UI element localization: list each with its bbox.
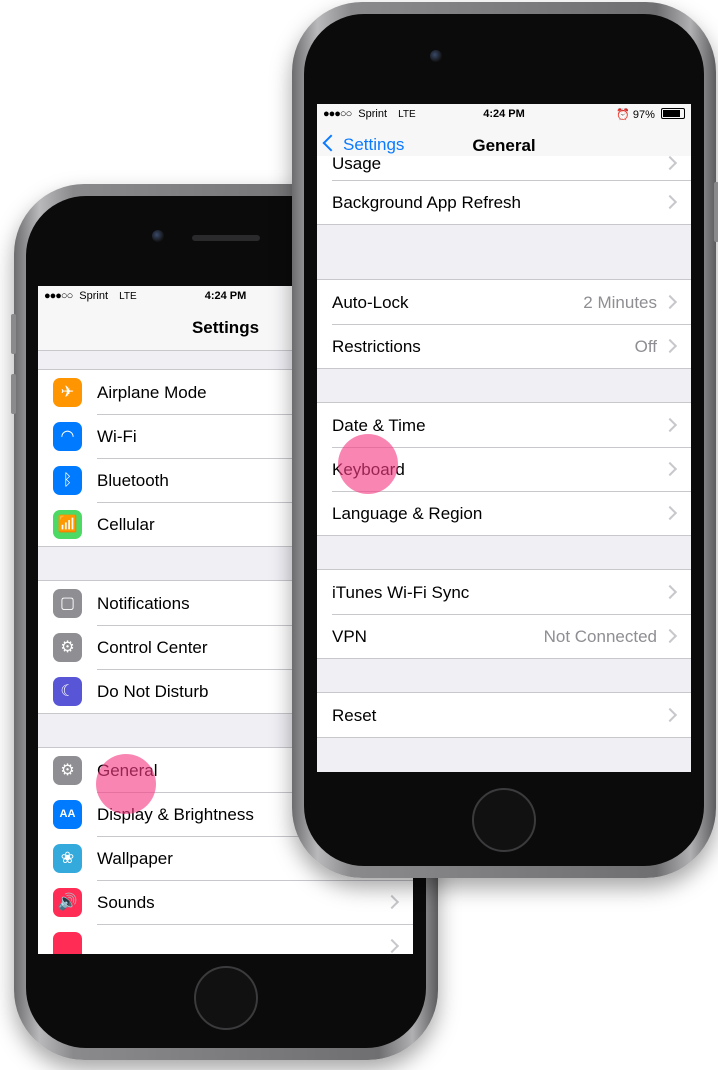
- moon-icon: ☾: [53, 677, 82, 706]
- chevron-right-icon: [384, 938, 400, 954]
- chevron-right-icon: [384, 894, 400, 910]
- row-label: Reset: [332, 706, 377, 725]
- row-label: Language & Region: [332, 504, 483, 523]
- gear-icon: ⚙: [53, 756, 82, 785]
- chevron-right-icon: [662, 338, 678, 354]
- wifi-icon: ◠: [53, 422, 82, 451]
- notifications-icon: ▢: [53, 589, 82, 618]
- chevron-right-icon: [662, 194, 678, 210]
- settings-row-reset[interactable]: Reset: [317, 693, 691, 737]
- chevron-right-icon: [662, 584, 678, 600]
- status-bar: ●●●○○ Sprint LTE 4:24 PM ⏰ 97%: [317, 104, 691, 124]
- chevron-right-icon: [662, 707, 678, 723]
- battery-icon: [661, 108, 685, 119]
- page-title: General: [472, 136, 536, 155]
- row-value: Off: [634, 337, 657, 356]
- settings-row-itunes-wi-fi-sync[interactable]: iTunes Wi-Fi Sync: [317, 570, 691, 614]
- wallpaper-icon: ❀: [53, 844, 82, 873]
- row-label: Usage: [332, 154, 382, 173]
- row-label: Notifications: [97, 594, 190, 613]
- right-phone: ●●●○○ Sprint LTE 4:24 PM ⏰ 97% Settings …: [292, 2, 718, 878]
- touch-id-icon: [53, 932, 82, 954]
- row-label: Bluetooth: [97, 471, 169, 490]
- row-label: Background App Refresh: [332, 193, 522, 212]
- volume-button: [11, 314, 16, 354]
- tap-indicator: [338, 434, 398, 494]
- settings-group: Reset: [317, 692, 691, 738]
- row-label: Control Center: [97, 638, 208, 657]
- settings-row-background-app-refresh[interactable]: Background App Refresh: [317, 180, 691, 224]
- row-label: iTunes Wi-Fi Sync: [332, 583, 470, 602]
- row-label: Wallpaper: [97, 849, 173, 868]
- settings-group: Usage Background App Refresh: [317, 154, 691, 225]
- settings-group: iTunes Wi-Fi Sync VPN Not Connected: [317, 569, 691, 659]
- home-button[interactable]: [194, 966, 258, 1030]
- volume-button: [11, 374, 16, 414]
- row-label: Auto-Lock: [332, 293, 409, 312]
- row-label: Do Not Disturb: [97, 682, 209, 701]
- row-label: Cellular: [97, 515, 155, 534]
- airplane-icon: ✈: [53, 378, 82, 407]
- front-camera-icon: [152, 230, 164, 242]
- settings-row-restrictions[interactable]: Restrictions Off: [317, 324, 691, 368]
- row-label: VPN: [332, 627, 367, 646]
- chevron-right-icon: [662, 417, 678, 433]
- chevron-right-icon: [662, 628, 678, 644]
- row-label: Sounds: [97, 893, 155, 912]
- cellular-icon: 📶: [53, 510, 82, 539]
- power-button: [714, 182, 718, 242]
- front-camera-icon: [430, 50, 442, 62]
- chevron-right-icon: [662, 294, 678, 310]
- tap-indicator: [96, 754, 156, 814]
- sounds-icon: 🔊: [53, 888, 82, 917]
- home-button[interactable]: [472, 788, 536, 852]
- settings-row-partial[interactable]: [38, 924, 413, 954]
- alarm-icon: ⏰: [616, 109, 630, 121]
- row-label: Wi-Fi: [97, 427, 137, 446]
- settings-group: Auto-Lock 2 Minutes Restrictions Off: [317, 279, 691, 369]
- row-label: Airplane Mode: [97, 383, 207, 402]
- control-center-icon: ⚙: [53, 633, 82, 662]
- settings-row-vpn[interactable]: VPN Not Connected: [317, 614, 691, 658]
- settings-row-auto-lock[interactable]: Auto-Lock 2 Minutes: [317, 280, 691, 324]
- speaker-grille: [192, 235, 260, 241]
- row-label: Date & Time: [332, 416, 426, 435]
- chevron-right-icon: [662, 461, 678, 477]
- bluetooth-icon: ᛒ: [53, 466, 82, 495]
- battery-percent: 97%: [632, 109, 655, 121]
- row-value: Not Connected: [543, 627, 657, 646]
- settings-row-usage[interactable]: Usage: [317, 154, 691, 180]
- chevron-right-icon: [662, 155, 678, 171]
- settings-row-language-and-region[interactable]: Language & Region: [317, 491, 691, 535]
- chevron-right-icon: [662, 505, 678, 521]
- settings-row-sounds[interactable]: 🔊 Sounds: [38, 880, 413, 924]
- row-value: 2 Minutes: [583, 293, 657, 312]
- row-label: Restrictions: [332, 337, 421, 356]
- display-icon: AA: [53, 800, 82, 829]
